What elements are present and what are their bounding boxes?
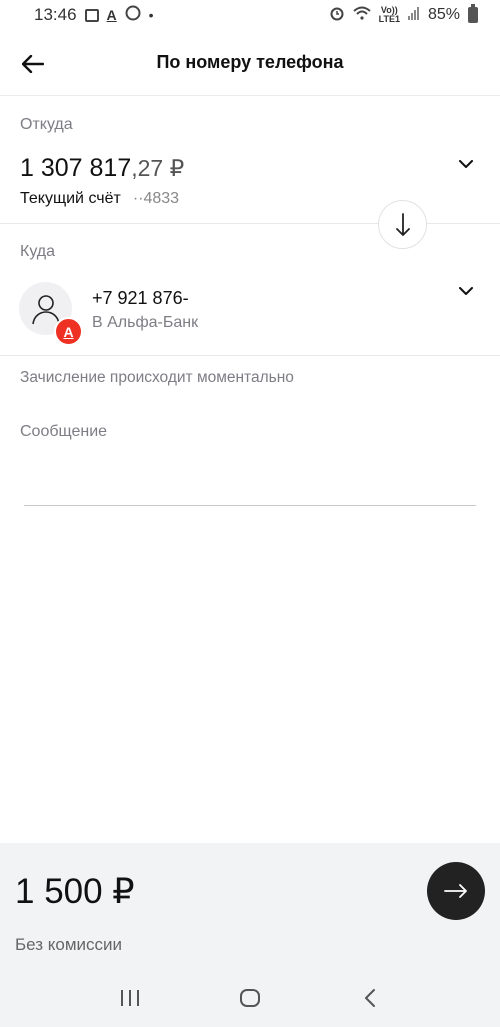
battery-icon bbox=[468, 4, 478, 23]
commission-label: Без комиссии bbox=[15, 935, 123, 954]
chevron-down-icon bbox=[459, 286, 473, 295]
gallery-icon bbox=[84, 8, 99, 22]
balance-cents: ,27 ₽ bbox=[131, 155, 185, 181]
back-button[interactable] bbox=[18, 50, 48, 78]
recent-apps-button[interactable] bbox=[110, 978, 150, 1018]
status-bar: 13:46 A • Vo)) LTE1 85% bbox=[0, 0, 500, 30]
app-header: По номеру телефона bbox=[0, 30, 500, 96]
status-time: 13:46 bbox=[34, 5, 77, 24]
wifi-icon bbox=[352, 6, 371, 25]
battery-percent: 85% bbox=[427, 6, 460, 23]
swap-direction-button[interactable] bbox=[378, 200, 427, 249]
divider bbox=[0, 355, 500, 356]
alfa-bank-badge: А bbox=[54, 317, 83, 346]
recent-apps-icon bbox=[121, 989, 139, 1006]
volte-icon: Vo)) LTE1 bbox=[379, 6, 400, 24]
page-title: По номеру телефона bbox=[156, 52, 344, 72]
message-input-underline[interactable] bbox=[24, 505, 476, 506]
person-icon bbox=[31, 294, 60, 324]
home-icon bbox=[240, 988, 260, 1007]
system-nav-bar bbox=[0, 968, 500, 1027]
arrow-down-icon bbox=[395, 212, 410, 236]
whatsapp-icon bbox=[125, 5, 141, 26]
balance-main: 1 307 817 bbox=[20, 154, 132, 182]
from-dropdown-button[interactable] bbox=[458, 156, 474, 172]
account-selector[interactable]: Текущий счёт ··4833 bbox=[20, 190, 179, 208]
account-number: ··4833 bbox=[132, 190, 180, 207]
more-notifications-icon: • bbox=[148, 7, 154, 23]
signal-icon bbox=[407, 6, 420, 25]
recipient-bank: В Альфа-Банк bbox=[92, 314, 199, 331]
back-chevron-icon bbox=[365, 988, 375, 1007]
to-label: Куда bbox=[20, 243, 56, 260]
account-name: Текущий счёт bbox=[20, 190, 121, 207]
chevron-down-icon bbox=[459, 159, 473, 168]
message-input-label[interactable]: Сообщение bbox=[20, 423, 107, 441]
system-back-button[interactable] bbox=[350, 978, 390, 1018]
recipient-phone[interactable]: +7 921 876- bbox=[92, 288, 189, 309]
submit-transfer-button[interactable] bbox=[427, 862, 485, 920]
account-balance[interactable]: 1 307 817,27 ₽ bbox=[20, 154, 184, 183]
instant-transfer-note: Зачисление происходит моментально bbox=[20, 369, 294, 386]
alarm-icon bbox=[329, 5, 345, 26]
volte-bottom-label: LTE1 bbox=[378, 14, 400, 24]
arrow-right-icon bbox=[444, 884, 467, 898]
alfa-notification-icon: A bbox=[106, 7, 117, 23]
from-label: Откуда bbox=[20, 116, 73, 133]
to-dropdown-button[interactable] bbox=[458, 283, 474, 299]
home-button[interactable] bbox=[230, 978, 270, 1018]
transfer-amount[interactable]: 1 500 ₽ bbox=[15, 872, 135, 912]
arrow-left-icon bbox=[22, 55, 44, 73]
